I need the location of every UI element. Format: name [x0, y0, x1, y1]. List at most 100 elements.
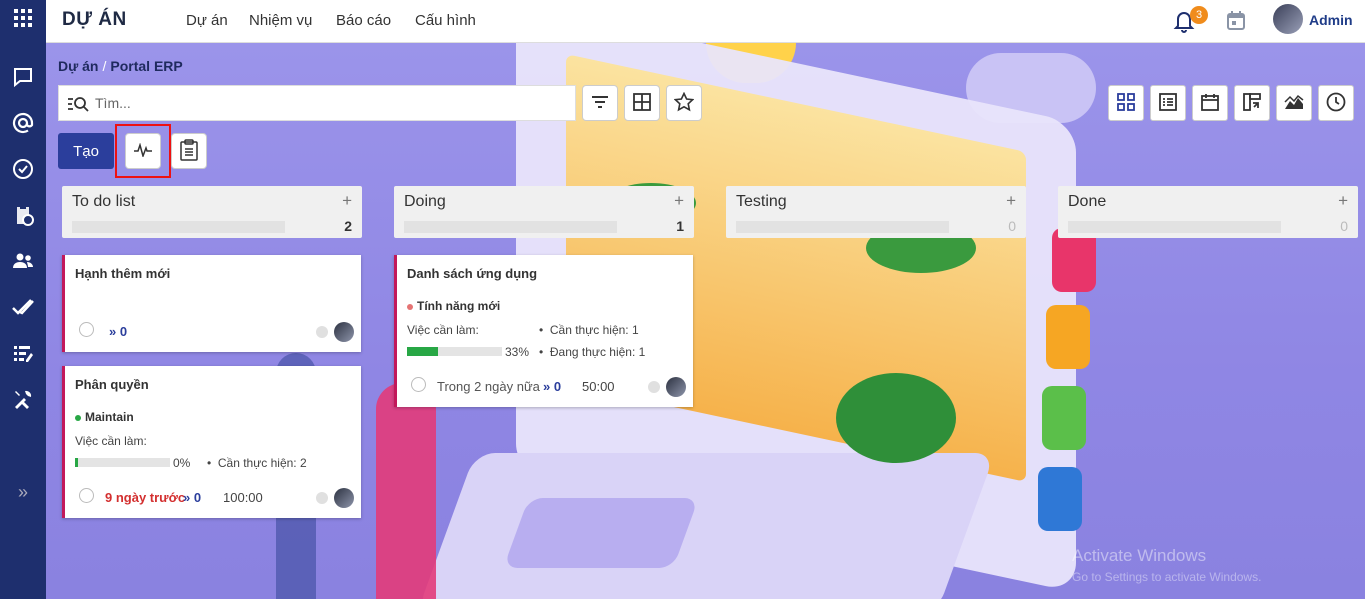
column-title: To do list [72, 193, 136, 210]
menu-cau-hinh[interactable]: Cấu hình [415, 12, 476, 29]
graph-view-button[interactable] [1276, 85, 1312, 121]
expand-sidebar-icon[interactable]: » [11, 480, 35, 504]
apps-grid-icon[interactable] [11, 8, 35, 32]
progress-bar [407, 347, 502, 356]
create-button[interactable]: Tạo [58, 133, 114, 169]
double-check-icon[interactable] [11, 296, 35, 320]
task-card-danh-sach-ung-dung[interactable]: Danh sách ứng dụng Tính năng mới Việc cầ… [394, 255, 693, 407]
search-box [58, 85, 576, 121]
breadcrumb-current: Portal ERP [110, 58, 183, 74]
menu-du-an[interactable]: Dự án [186, 12, 228, 29]
column-count: 1 [676, 218, 684, 234]
pivot-view-button[interactable] [1234, 85, 1270, 121]
column-progress-bar [1068, 221, 1281, 233]
due-date: 9 ngày trước [105, 490, 186, 505]
assignee-avatar [334, 322, 354, 342]
task-tag: Tính năng mới [407, 299, 500, 313]
activity-view-button[interactable] [1318, 85, 1354, 121]
column-doing: Doing + 1 [394, 186, 694, 238]
users-icon[interactable] [11, 250, 35, 274]
pulse-icon [133, 141, 153, 160]
subtask-link[interactable]: » 0 [183, 490, 201, 505]
task-title: Danh sách ứng dụng [407, 266, 538, 281]
clock-icon[interactable] [79, 488, 94, 503]
tag-dot [75, 414, 81, 421]
assignee-avatar [666, 377, 686, 397]
progress-percent: 33% [505, 345, 530, 359]
tag-dot [407, 303, 413, 310]
subtask-link[interactable]: » 0 [109, 324, 127, 339]
breadcrumb-parent[interactable]: Dự án [58, 58, 98, 74]
notification-badge: 3 [1190, 6, 1208, 24]
group-by-button[interactable] [624, 85, 660, 121]
task-tag: Maintain [75, 410, 134, 424]
chat-icon[interactable] [11, 66, 35, 90]
column-count: 2 [344, 218, 352, 234]
column-progress-bar [736, 221, 949, 233]
status-dot[interactable] [316, 326, 328, 338]
progress-bar [75, 458, 170, 467]
task-title: Hạnh thêm mới [75, 266, 171, 281]
activity-button[interactable] [125, 133, 161, 169]
kanban-view-button[interactable] [1108, 85, 1144, 121]
column-progress-bar [72, 221, 285, 233]
add-task-icon[interactable]: + [342, 191, 352, 211]
top-navbar: DỰ ÁN Dự án Nhiệm vụ Báo cáo Cấu hình 3 … [46, 0, 1365, 43]
watermark-title: Activate Windows [1072, 546, 1207, 565]
double-chevron-icon: » [183, 490, 191, 505]
area-chart-icon [1284, 94, 1304, 113]
mention-icon[interactable] [11, 112, 35, 136]
user-name[interactable]: Admin [1309, 12, 1353, 28]
add-task-icon[interactable]: + [674, 191, 684, 211]
task-card-phan-quyen[interactable]: Phân quyền Maintain Việc cần làm: 0% • C… [62, 366, 361, 518]
report-button[interactable] [171, 133, 207, 169]
calendar-icon[interactable] [1227, 11, 1245, 30]
clock-icon[interactable] [79, 322, 94, 337]
assigned-count: • Cần thực hiện: 2 [207, 456, 307, 470]
task-card-hanh-them-moi[interactable]: Hạnh thêm mới » 0 [62, 255, 361, 352]
progress-percent: 0% [173, 456, 191, 470]
search-icon [67, 94, 89, 114]
pivot-icon [1243, 92, 1261, 114]
add-task-icon[interactable]: + [1338, 191, 1348, 211]
calendar-view-button[interactable] [1192, 85, 1228, 121]
planned-hours: 50:00 [582, 379, 615, 394]
breadcrumb-separator: / [102, 58, 107, 74]
subtask-link[interactable]: » 0 [543, 379, 561, 394]
search-input[interactable] [95, 93, 555, 113]
app-title: DỰ ÁN [62, 9, 127, 30]
assignee-avatar [334, 488, 354, 508]
clock-icon[interactable] [411, 377, 426, 392]
column-count: 0 [1340, 218, 1348, 234]
user-avatar[interactable] [1273, 4, 1303, 34]
status-dot[interactable] [648, 381, 660, 393]
clipboard-clock-icon[interactable] [11, 204, 35, 228]
task-list-icon[interactable] [11, 342, 35, 366]
planned-hours: 100:00 [223, 490, 263, 505]
breadcrumb: Dự án / Portal ERP [58, 58, 183, 74]
column-title: Testing [736, 193, 787, 210]
star-icon [673, 91, 695, 115]
check-circle-icon[interactable] [11, 158, 35, 182]
double-chevron-icon: » [543, 379, 551, 394]
column-title: Doing [404, 193, 446, 210]
task-title: Phân quyền [75, 377, 149, 392]
add-task-icon[interactable]: + [1006, 191, 1016, 211]
menu-bao-cao[interactable]: Báo cáo [336, 12, 391, 29]
double-chevron-icon: » [109, 324, 117, 339]
calendar-view-icon [1201, 93, 1219, 114]
column-testing: Testing + 0 [726, 186, 1026, 238]
favorites-button[interactable] [666, 85, 702, 121]
assigned-count: • Cần thực hiện: 1 [539, 323, 639, 337]
watermark-subtitle: Go to Settings to activate Windows. [1072, 570, 1262, 584]
filter-button[interactable] [582, 85, 618, 121]
column-progress-bar [404, 221, 617, 233]
sidebar: » [0, 0, 46, 599]
list-view-button[interactable] [1150, 85, 1186, 121]
todo-label: Việc cần làm: [407, 323, 479, 337]
in-progress-count: • Đang thực hiện: 1 [539, 345, 646, 359]
menu-nhiem-vu[interactable]: Nhiệm vụ [249, 12, 312, 29]
tools-icon[interactable] [11, 388, 35, 412]
grid-table-icon [633, 92, 651, 114]
status-dot[interactable] [316, 492, 328, 504]
